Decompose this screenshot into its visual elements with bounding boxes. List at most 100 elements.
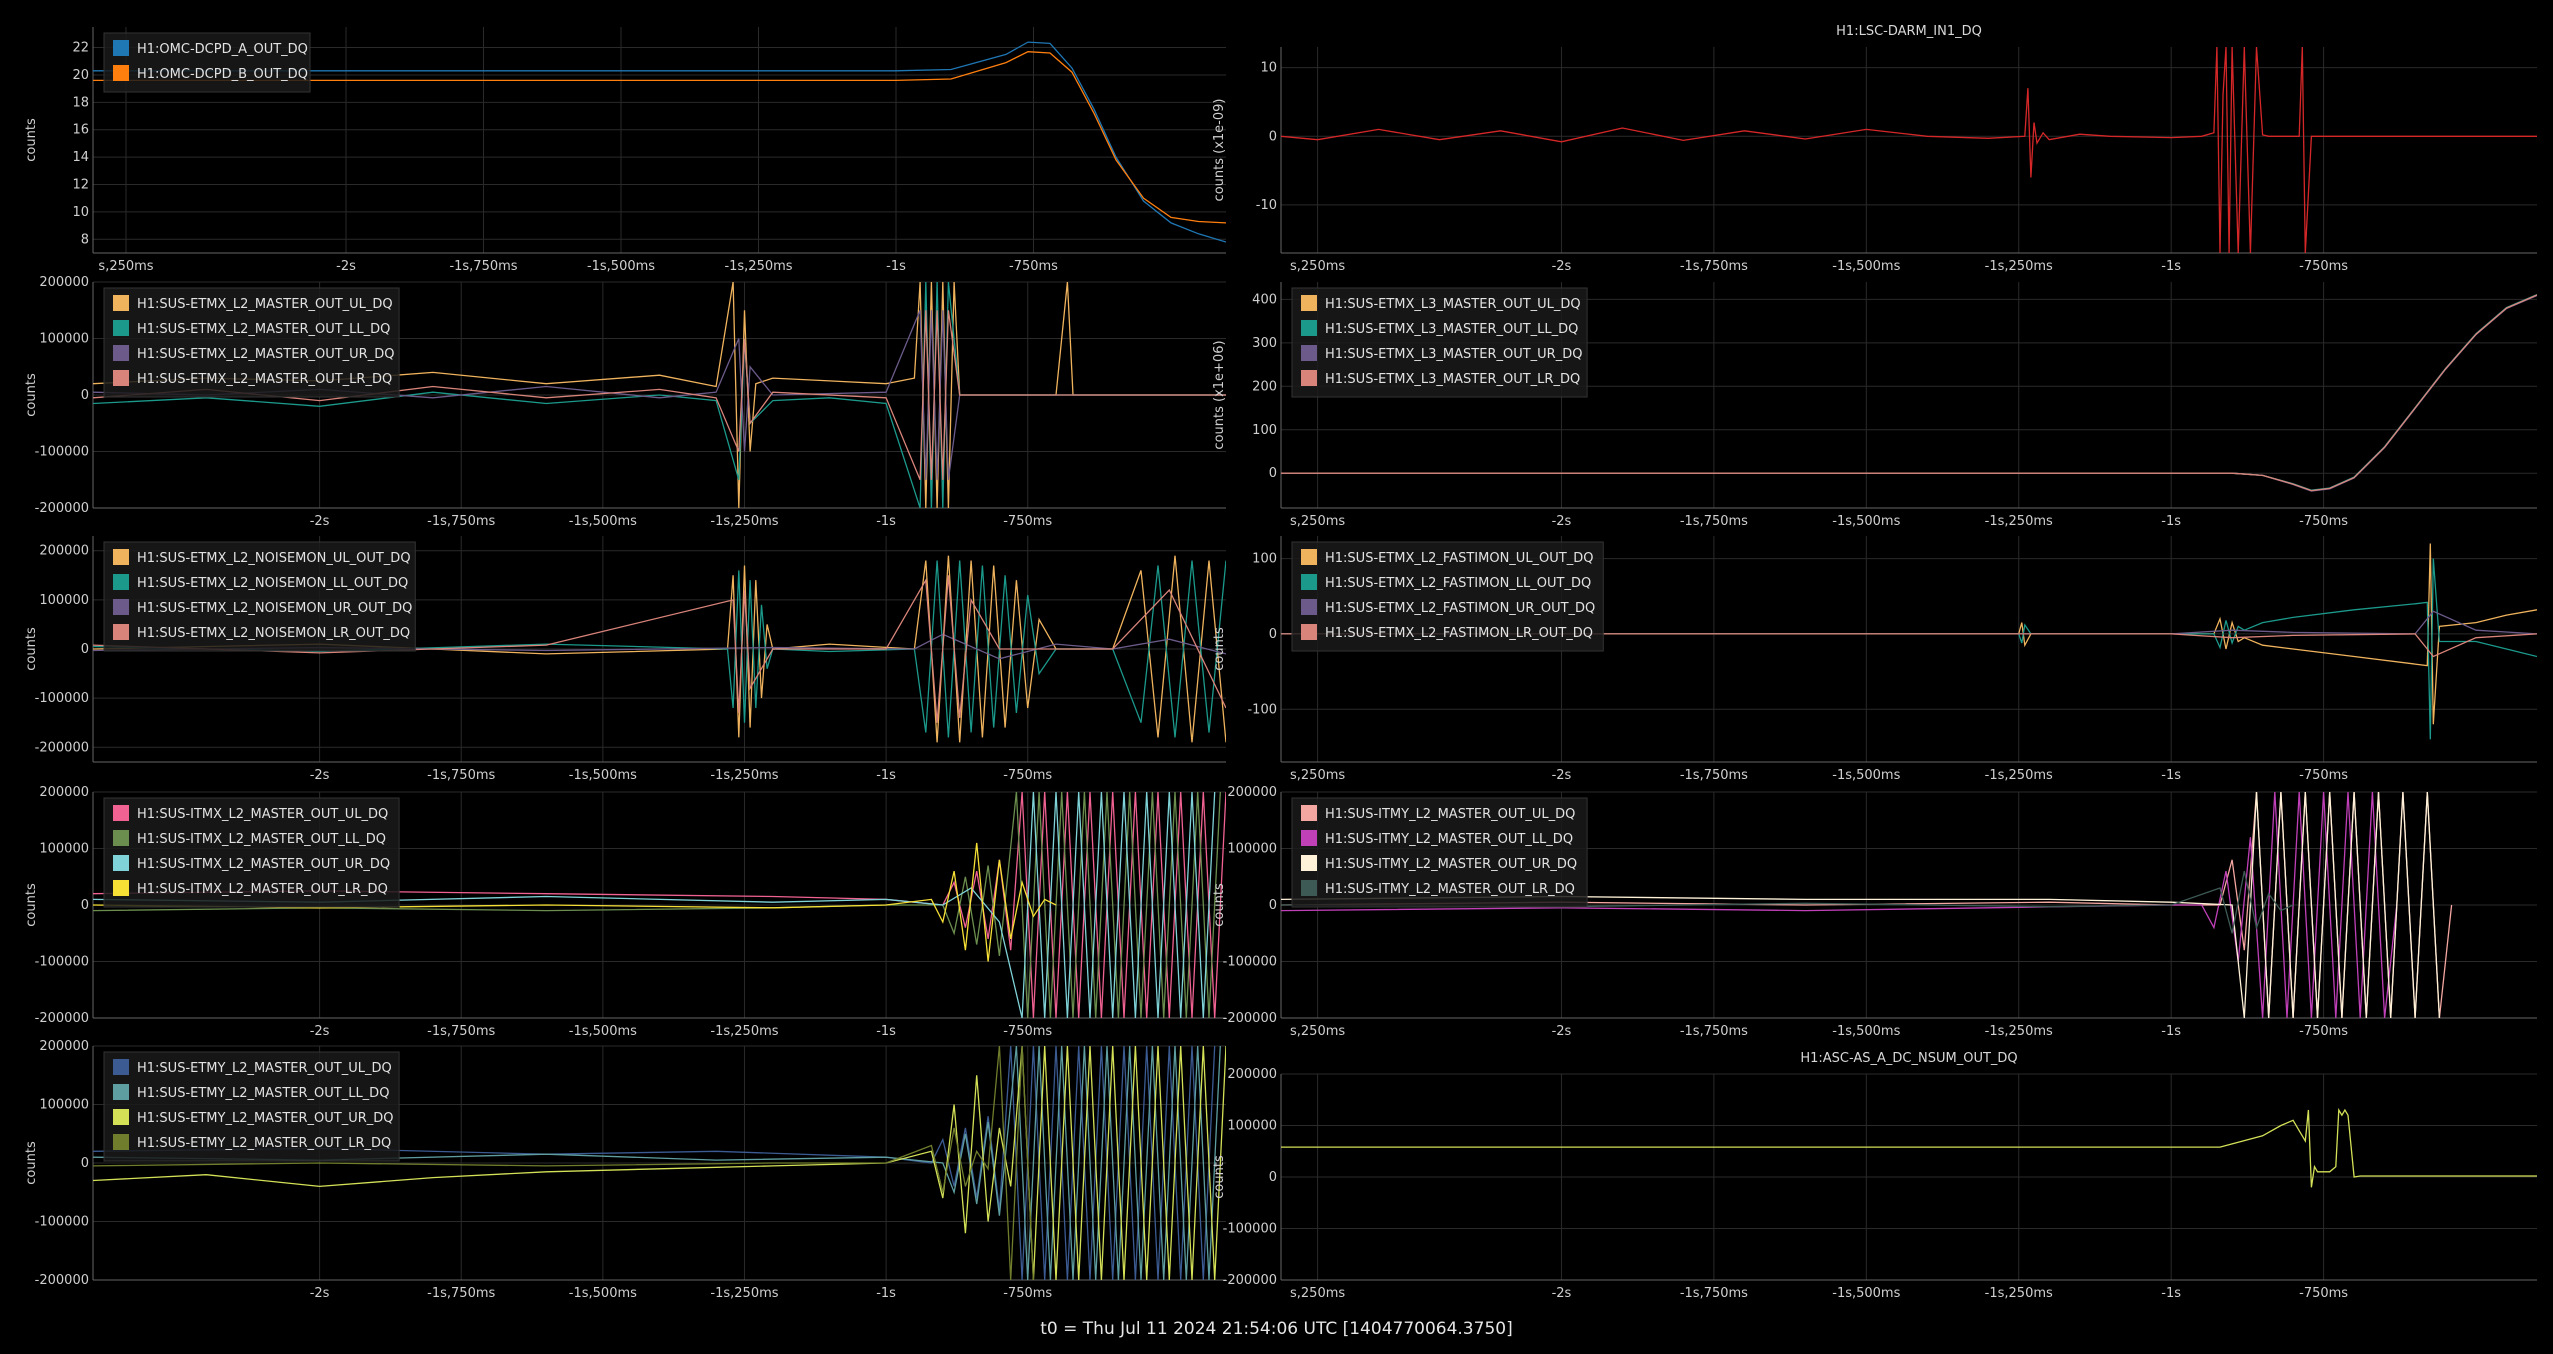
x-tick-label: -2s — [1552, 1024, 1572, 1039]
legend-swatch — [1301, 855, 1317, 871]
y-tick-label: 200000 — [39, 544, 89, 559]
footer-t0: t0 = Thu Jul 11 2024 21:54:06 UTC [14047… — [1040, 1319, 1513, 1339]
y-tick-label: 0 — [81, 642, 89, 657]
legend-entry[interactable]: H1:SUS-ITMX_L2_MASTER_OUT_UL_DQ — [137, 807, 388, 822]
legend-entry[interactable]: H1:SUS-ETMY_L2_MASTER_OUT_UR_DQ — [137, 1111, 394, 1126]
legend-swatch — [113, 549, 129, 565]
legend-entry[interactable]: H1:SUS-ETMX_L2_NOISEMON_LL_OUT_DQ — [137, 576, 408, 591]
legend-entry[interactable]: H1:SUS-ITMX_L2_MASTER_OUT_UR_DQ — [137, 857, 390, 872]
y-axis-label: counts — [24, 883, 39, 927]
legend-entry[interactable]: H1:SUS-ITMY_L2_MASTER_OUT_UL_DQ — [1325, 807, 1575, 822]
series-line — [1281, 47, 2537, 253]
x-tick-label: -750ms — [2299, 514, 2348, 529]
legend-entry[interactable]: H1:SUS-ITMY_L2_MASTER_OUT_LL_DQ — [1325, 832, 1573, 847]
y-tick-label: 0 — [1269, 466, 1277, 481]
legend-swatch — [113, 1109, 129, 1125]
legend-entry[interactable]: H1:SUS-ETMX_L2_NOISEMON_UR_OUT_DQ — [137, 601, 412, 616]
x-tick-label: -1s,250ms — [710, 768, 778, 783]
legend-entry[interactable]: H1:SUS-ETMX_L2_MASTER_OUT_UL_DQ — [137, 297, 393, 312]
x-tick-label: -750ms — [1003, 514, 1052, 529]
y-tick-label: 10 — [72, 205, 89, 220]
legend-entry[interactable]: H1:SUS-ETMX_L2_FASTIMON_LR_OUT_DQ — [1325, 626, 1593, 641]
y-tick-label: -100000 — [35, 445, 89, 460]
x-tick-label: -1s — [876, 514, 896, 529]
legend-swatch — [1301, 345, 1317, 361]
y-tick-label: 200000 — [39, 1039, 89, 1054]
legend-swatch — [1301, 574, 1317, 590]
x-tick-label: -2s — [336, 259, 356, 274]
legend-entry[interactable]: H1:SUS-ETMX_L3_MASTER_OUT_UR_DQ — [1325, 347, 1582, 362]
chart-title: H1:LSC-DARM_IN1_DQ — [1836, 24, 1982, 39]
x-tick-label: -1s — [2161, 768, 2181, 783]
chart-panel-3: -2s -1s,750ms -1s,500ms -1s,250ms -1s -750ms -… — [24, 275, 1226, 529]
plot-grid: s,250ms -2s -1s,750ms -1s,500ms -1s,250ms -1s… — [24, 24, 2537, 1301]
x-tick-label: -750ms — [1003, 1286, 1052, 1301]
y-tick-label: 12 — [72, 178, 89, 193]
legend-entry[interactable]: H1:SUS-ETMX_L2_NOISEMON_UL_OUT_DQ — [137, 551, 411, 566]
x-tick-label: -750ms — [1009, 259, 1058, 274]
legend-entry[interactable]: H1:OMC-DCPD_B_OUT_DQ — [137, 67, 308, 82]
legend-entry[interactable]: H1:SUS-ETMX_L2_FASTIMON_LL_OUT_DQ — [1325, 576, 1591, 591]
legend-entry[interactable]: H1:SUS-ETMX_L2_MASTER_OUT_LR_DQ — [137, 372, 392, 387]
x-tick-label: -1s,750ms — [427, 514, 495, 529]
x-tick-label: -1s,750ms — [1680, 768, 1748, 783]
y-tick-label: -200000 — [35, 1011, 89, 1026]
x-tick-label: -1s,250ms — [1985, 768, 2053, 783]
chart-panel-9: -2s -1s,750ms -1s,500ms -1s,250ms -1s -750ms -… — [24, 1039, 1226, 1301]
legend-swatch — [113, 830, 129, 846]
legend-entry[interactable]: H1:SUS-ETMX_L2_FASTIMON_UR_OUT_DQ — [1325, 601, 1595, 616]
x-tick-label: -1s — [876, 1286, 896, 1301]
x-tick-label: s,250ms — [1290, 768, 1345, 783]
legend-swatch — [113, 40, 129, 56]
y-tick-label: 100 — [1252, 423, 1277, 438]
x-tick-label: -1s,750ms — [1680, 1024, 1748, 1039]
legend-entry[interactable]: H1:SUS-ETMX_L2_MASTER_OUT_LL_DQ — [137, 322, 390, 337]
legend-entry[interactable]: H1:SUS-ITMY_L2_MASTER_OUT_UR_DQ — [1325, 857, 1577, 872]
legend-entry[interactable]: H1:SUS-ITMX_L2_MASTER_OUT_LR_DQ — [137, 882, 388, 897]
legend-entry[interactable]: H1:SUS-ETMY_L2_MASTER_OUT_UL_DQ — [137, 1061, 392, 1076]
y-tick-label: 22 — [72, 41, 89, 56]
legend-entry[interactable]: H1:SUS-ETMX_L3_MASTER_OUT_LR_DQ — [1325, 372, 1580, 387]
x-tick-label: -1s,250ms — [1985, 1286, 2053, 1301]
y-axis-label: counts — [1212, 883, 1227, 927]
x-tick-label: -750ms — [2299, 1286, 2348, 1301]
legend-entry[interactable]: H1:SUS-ETMX_L2_MASTER_OUT_UR_DQ — [137, 347, 394, 362]
legend-entry[interactable]: H1:SUS-ITMY_L2_MASTER_OUT_LR_DQ — [1325, 882, 1575, 897]
x-tick-label: -1s,500ms — [587, 259, 655, 274]
legend-entry[interactable]: H1:SUS-ITMX_L2_MASTER_OUT_LL_DQ — [137, 832, 386, 847]
y-tick-label: 400 — [1252, 292, 1277, 307]
x-tick-label: -1s,250ms — [724, 259, 792, 274]
y-tick-label: 0 — [1269, 129, 1277, 144]
x-tick-label: -1s,750ms — [427, 768, 495, 783]
x-tick-label: -1s,500ms — [1832, 1286, 1900, 1301]
chart-panel-6: s,250ms -2s -1s,750ms -1s,500ms -1s,250ms -1s… — [1212, 536, 2537, 783]
x-tick-label: -2s — [1552, 259, 1572, 274]
x-tick-label: -1s — [2161, 1024, 2181, 1039]
legend-entry[interactable]: H1:OMC-DCPD_A_OUT_DQ — [137, 42, 308, 57]
x-tick-label: -1s,500ms — [1832, 768, 1900, 783]
legend-entry[interactable]: H1:SUS-ETMX_L3_MASTER_OUT_LL_DQ — [1325, 322, 1578, 337]
legend-entry[interactable]: H1:SUS-ETMY_L2_MASTER_OUT_LR_DQ — [137, 1136, 391, 1151]
x-tick-label: -750ms — [2299, 768, 2348, 783]
y-tick-label: 10 — [1260, 61, 1277, 76]
y-tick-label: 18 — [72, 95, 89, 110]
x-tick-label: -1s,500ms — [569, 768, 637, 783]
legend-entry[interactable]: H1:SUS-ETMX_L2_NOISEMON_LR_OUT_DQ — [137, 626, 410, 641]
chart-panel-4: s,250ms -2s -1s,750ms -1s,500ms -1s,250ms -1s… — [1212, 282, 2537, 529]
legend-swatch — [113, 880, 129, 896]
series-line — [1281, 1107, 2537, 1188]
chart-panel-8: s,250ms -2s -1s,750ms -1s,500ms -1s,250ms -1s… — [1212, 785, 2537, 1039]
y-tick-label: 0 — [1269, 1170, 1277, 1185]
y-tick-label: -100000 — [35, 955, 89, 970]
legend-entry[interactable]: H1:SUS-ETMX_L3_MASTER_OUT_UL_DQ — [1325, 297, 1581, 312]
legend-swatch — [113, 345, 129, 361]
x-tick-label: -1s,750ms — [427, 1286, 495, 1301]
x-tick-label: -2s — [1552, 514, 1572, 529]
legend-swatch — [113, 320, 129, 336]
x-tick-label: -750ms — [1003, 1024, 1052, 1039]
y-tick-label: 200 — [1252, 379, 1277, 394]
legend-entry[interactable]: H1:SUS-ETMX_L2_FASTIMON_UL_OUT_DQ — [1325, 551, 1594, 566]
legend-entry[interactable]: H1:SUS-ETMY_L2_MASTER_OUT_LL_DQ — [137, 1086, 389, 1101]
x-tick-label: -1s — [2161, 514, 2181, 529]
y-tick-label: -200000 — [35, 740, 89, 755]
